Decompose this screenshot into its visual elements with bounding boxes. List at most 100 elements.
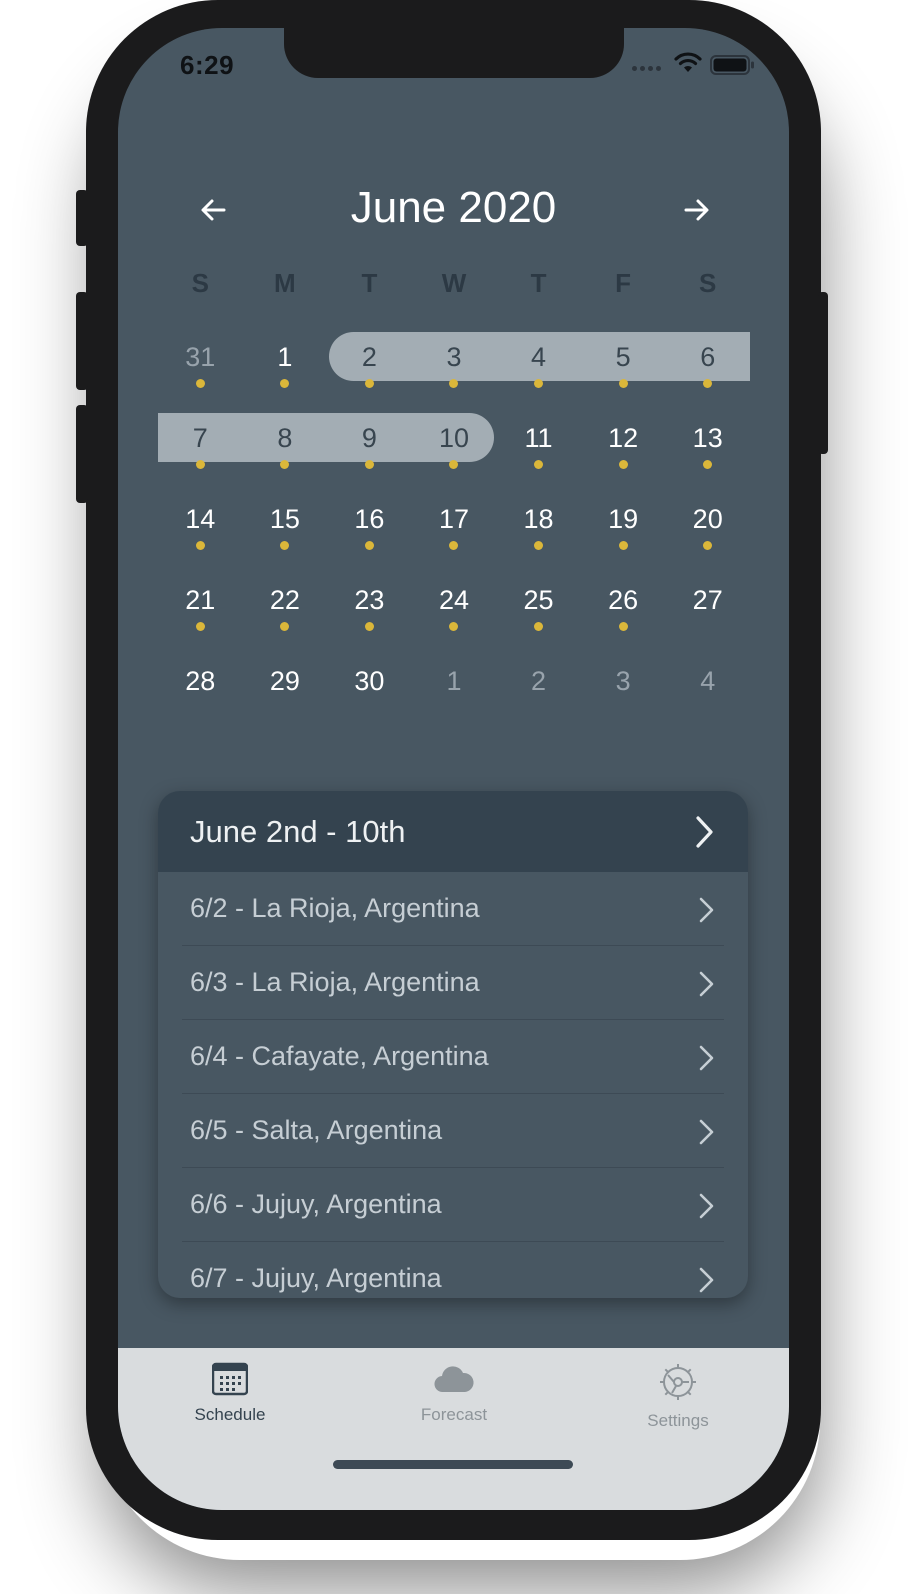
calendar-day[interactable]: 15 — [243, 490, 328, 571]
calendar-day[interactable]: 22 — [243, 571, 328, 652]
weekday-label: T — [361, 268, 378, 298]
day-number: 4 — [700, 666, 716, 696]
day-number: 20 — [692, 504, 723, 534]
trip-stop-label: 6/3 - La Rioja, Argentina — [190, 967, 480, 997]
calendar-day[interactable]: 1 — [243, 328, 328, 409]
day-number: 13 — [692, 423, 723, 453]
calendar-day[interactable]: 17 — [412, 490, 497, 571]
calendar-day[interactable]: 28 — [158, 652, 243, 733]
calendar-day[interactable]: 3 — [412, 328, 497, 409]
day-number: 26 — [608, 585, 639, 615]
calendar-day[interactable]: 13 — [665, 409, 750, 490]
day-number: 17 — [438, 504, 469, 534]
weekday-label: T — [530, 268, 547, 298]
day-number: 28 — [185, 666, 216, 696]
calendar-day[interactable]: 2 — [496, 652, 581, 733]
calendar-day[interactable]: 14 — [158, 490, 243, 571]
calendar-day[interactable]: 24 — [412, 571, 497, 652]
calendar-day[interactable]: 18 — [496, 490, 581, 571]
calendar-day[interactable]: 16 — [327, 490, 412, 571]
calendar-day[interactable]: 20 — [665, 490, 750, 571]
trip-list-item[interactable]: 6/4 - Cafayate, Argentina — [182, 1020, 724, 1094]
day-number: 22 — [269, 585, 300, 615]
calendar-day[interactable]: 26 — [581, 571, 666, 652]
trip-card-header[interactable]: June 2nd - 10th — [158, 791, 748, 872]
day-number: 29 — [269, 666, 300, 696]
calendar-day[interactable]: 4 — [496, 328, 581, 409]
day-number: 15 — [269, 504, 300, 534]
calendar-icon — [211, 1362, 249, 1396]
calendar-day[interactable]: 19 — [581, 490, 666, 571]
chevron-right-icon — [699, 897, 714, 923]
status-time: 6:29 — [180, 50, 235, 80]
weekday-label: S — [191, 268, 209, 298]
calendar-week-row: 21 22 23 24 25 26 27 — [158, 571, 750, 652]
power-button — [818, 292, 828, 454]
calendar-day[interactable]: 27 — [665, 571, 750, 652]
next-month-button[interactable] — [674, 188, 718, 232]
cloud-icon — [434, 1366, 474, 1393]
calendar-day[interactable]: 5 — [581, 328, 666, 409]
calendar-week-row: 31 1 2 3 4 5 6 — [158, 328, 750, 409]
event-dot — [449, 541, 459, 550]
trip-range-title: June 2nd - 10th — [190, 814, 406, 849]
tab-bar: Schedule Forecast Settings — [118, 1348, 789, 1510]
trip-card: June 2nd - 10th 6/2 - La Rioja, Argentin… — [158, 791, 748, 1298]
tab-label: Settings — [647, 1411, 709, 1430]
day-number: 10 — [438, 423, 469, 453]
calendar-week-row: 7 8 9 10 11 12 13 — [158, 409, 750, 490]
trip-list-item[interactable]: 6/7 - Jujuy, Argentina — [182, 1242, 724, 1298]
trip-list-item[interactable]: 6/3 - La Rioja, Argentina — [182, 946, 724, 1020]
day-number: 21 — [185, 585, 216, 615]
calendar-day[interactable]: 30 — [327, 652, 412, 733]
trip-list-item[interactable]: 6/6 - Jujuy, Argentina — [182, 1168, 724, 1242]
event-dot — [195, 541, 205, 550]
chevron-right-icon — [696, 816, 713, 848]
chevron-right-icon — [699, 971, 714, 997]
day-number: 27 — [692, 585, 723, 615]
event-dot — [195, 622, 205, 631]
day-number: 4 — [531, 342, 547, 372]
calendar-day[interactable]: 23 — [327, 571, 412, 652]
trip-list-item[interactable]: 6/2 - La Rioja, Argentina — [182, 872, 724, 946]
month-header: June 2020 — [118, 178, 789, 238]
trip-stop-label: 6/4 - Cafayate, Argentina — [190, 1041, 489, 1071]
calendar-day[interactable]: 25 — [496, 571, 581, 652]
calendar-day[interactable]: 6 — [665, 328, 750, 409]
tab-settings[interactable]: Settings — [566, 1362, 789, 1431]
day-number: 19 — [608, 504, 639, 534]
trip-list: 6/2 - La Rioja, Argentina 6/3 - La Rioja,… — [158, 872, 748, 1298]
calendar-day[interactable]: 1 — [412, 652, 497, 733]
calendar-day[interactable]: 2 — [327, 328, 412, 409]
tab-forecast[interactable]: Forecast — [342, 1362, 566, 1425]
event-dot — [280, 379, 290, 388]
day-number: 3 — [615, 666, 631, 696]
event-dot — [449, 460, 459, 469]
chevron-right-icon — [699, 1267, 714, 1293]
calendar-day[interactable]: 4 — [665, 652, 750, 733]
day-number: 1 — [446, 666, 462, 696]
calendar-day[interactable]: 29 — [243, 652, 328, 733]
calendar-day[interactable]: 8 — [243, 409, 328, 490]
day-number: 25 — [523, 585, 554, 615]
day-number: 11 — [524, 423, 553, 453]
event-dot — [703, 541, 713, 550]
trip-list-item[interactable]: 6/5 - Salta, Argentina — [182, 1094, 724, 1168]
calendar-day[interactable]: 3 — [581, 652, 666, 733]
calendar-day[interactable]: 9 — [327, 409, 412, 490]
day-number: 2 — [531, 666, 547, 696]
day-number: 7 — [192, 423, 208, 453]
calendar-day[interactable]: 31 — [158, 328, 243, 409]
calendar-day[interactable]: 21 — [158, 571, 243, 652]
tab-schedule[interactable]: Schedule — [118, 1362, 342, 1425]
calendar-day[interactable]: 10 — [412, 409, 497, 490]
day-number: 18 — [523, 504, 554, 534]
calendar-day[interactable]: 12 — [581, 409, 666, 490]
calendar-day[interactable]: 7 — [158, 409, 243, 490]
calendar-day[interactable]: 11 — [496, 409, 581, 490]
app-screen: 6:29 June 2020 S M T W T F S 31 1 2 3 4 5 6 7 8 9… — [118, 28, 789, 1510]
notch — [284, 28, 624, 78]
event-dot — [364, 460, 374, 469]
calendar-week-row: 14 15 16 17 18 19 20 — [158, 490, 750, 571]
weekday-label: W — [441, 268, 467, 298]
